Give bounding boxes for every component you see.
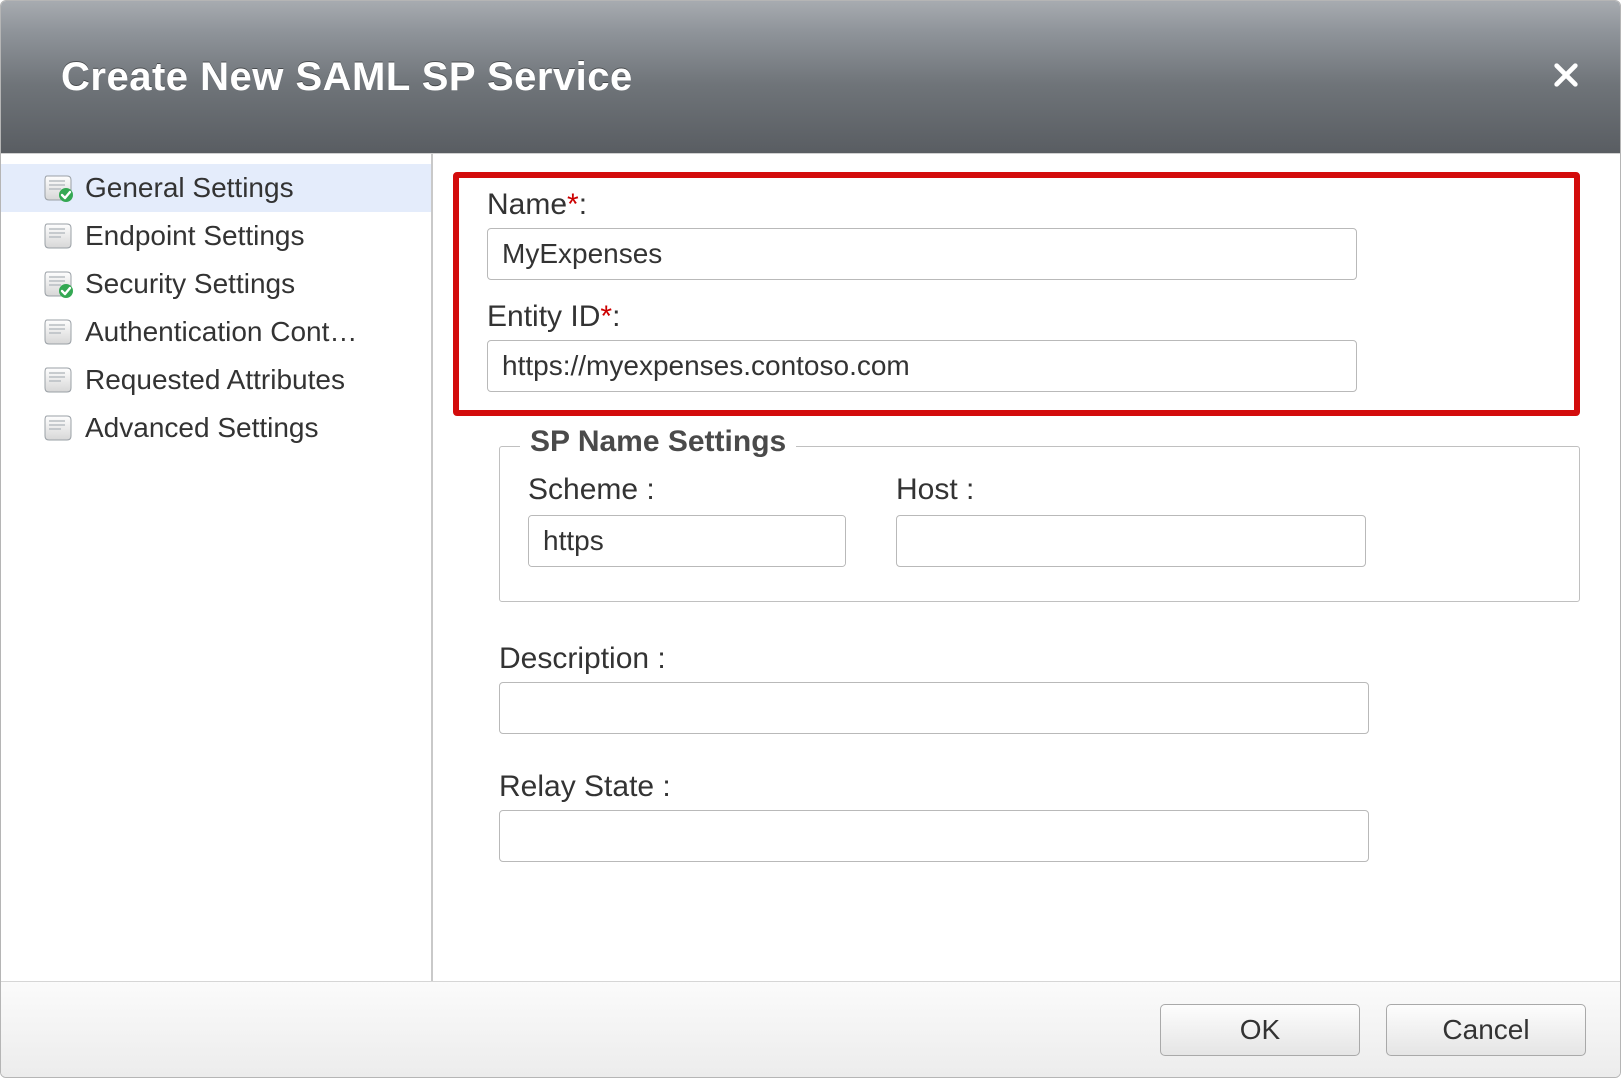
- sidebar: General Settings Endpoint Settings Secur…: [1, 154, 433, 981]
- relay-state-label: Relay State :: [499, 770, 1580, 804]
- dialog-body: General Settings Endpoint Settings Secur…: [1, 153, 1620, 981]
- description-input[interactable]: [499, 682, 1369, 734]
- relay-state-field: Relay State :: [499, 770, 1580, 862]
- sidebar-item-security-settings[interactable]: Security Settings: [1, 260, 431, 308]
- close-icon[interactable]: [1552, 56, 1580, 98]
- required-marker: *: [567, 188, 579, 221]
- inner-pane: SP Name Settings Scheme :: [453, 446, 1580, 862]
- scroll-icon: [41, 411, 75, 445]
- scheme-label: Scheme :: [528, 473, 846, 507]
- sidebar-item-label: Advanced Settings: [85, 412, 319, 444]
- ok-button[interactable]: OK: [1160, 1004, 1360, 1056]
- scroll-check-icon: [41, 267, 75, 301]
- sidebar-item-label: Requested Attributes: [85, 364, 345, 396]
- scheme-field: Scheme :: [528, 473, 846, 567]
- sidebar-item-authentication-cont[interactable]: Authentication Cont…: [1, 308, 431, 356]
- sidebar-item-label: General Settings: [85, 172, 294, 204]
- name-label: Name*:: [487, 188, 1558, 222]
- colon: :: [579, 188, 587, 221]
- entity-id-label: Entity ID*:: [487, 300, 1558, 334]
- field-name: Name*:: [487, 188, 1558, 280]
- entity-id-label-text: Entity ID: [487, 300, 600, 333]
- sidebar-item-general-settings[interactable]: General Settings: [1, 164, 431, 212]
- sidebar-item-label: Endpoint Settings: [85, 220, 305, 252]
- host-input[interactable]: [896, 515, 1366, 567]
- scroll-icon: [41, 315, 75, 349]
- required-marker: *: [600, 300, 612, 333]
- dialog: Create New SAML SP Service General Setti…: [0, 0, 1621, 1078]
- scroll-check-icon: [41, 171, 75, 205]
- sidebar-item-advanced-settings[interactable]: Advanced Settings: [1, 404, 431, 452]
- scroll-icon: [41, 219, 75, 253]
- description-field: Description :: [499, 642, 1580, 734]
- scheme-input[interactable]: [529, 516, 846, 566]
- scheme-combo[interactable]: [528, 515, 846, 567]
- relay-state-input[interactable]: [499, 810, 1369, 862]
- entity-id-input[interactable]: [487, 340, 1357, 392]
- dialog-footer: OK Cancel: [1, 981, 1620, 1077]
- required-fields-highlight: Name*: Entity ID*:: [453, 172, 1580, 416]
- name-label-text: Name: [487, 188, 567, 221]
- sidebar-item-endpoint-settings[interactable]: Endpoint Settings: [1, 212, 431, 260]
- sp-name-settings-fieldset: SP Name Settings Scheme :: [499, 446, 1580, 602]
- sp-name-settings-legend: SP Name Settings: [520, 425, 796, 459]
- colon: :: [612, 300, 620, 333]
- host-label: Host :: [896, 473, 1366, 507]
- scroll-icon: [41, 363, 75, 397]
- sidebar-item-label: Authentication Cont…: [85, 316, 357, 348]
- name-input[interactable]: [487, 228, 1357, 280]
- description-label: Description :: [499, 642, 1580, 676]
- content-pane: Name*: Entity ID*: SP Name Settings: [433, 154, 1620, 981]
- cancel-button[interactable]: Cancel: [1386, 1004, 1586, 1056]
- dialog-title: Create New SAML SP Service: [61, 55, 633, 100]
- sidebar-item-requested-attributes[interactable]: Requested Attributes: [1, 356, 431, 404]
- host-field: Host :: [896, 473, 1366, 567]
- titlebar: Create New SAML SP Service: [1, 1, 1620, 153]
- field-entity-id: Entity ID*:: [487, 300, 1558, 392]
- sidebar-item-label: Security Settings: [85, 268, 295, 300]
